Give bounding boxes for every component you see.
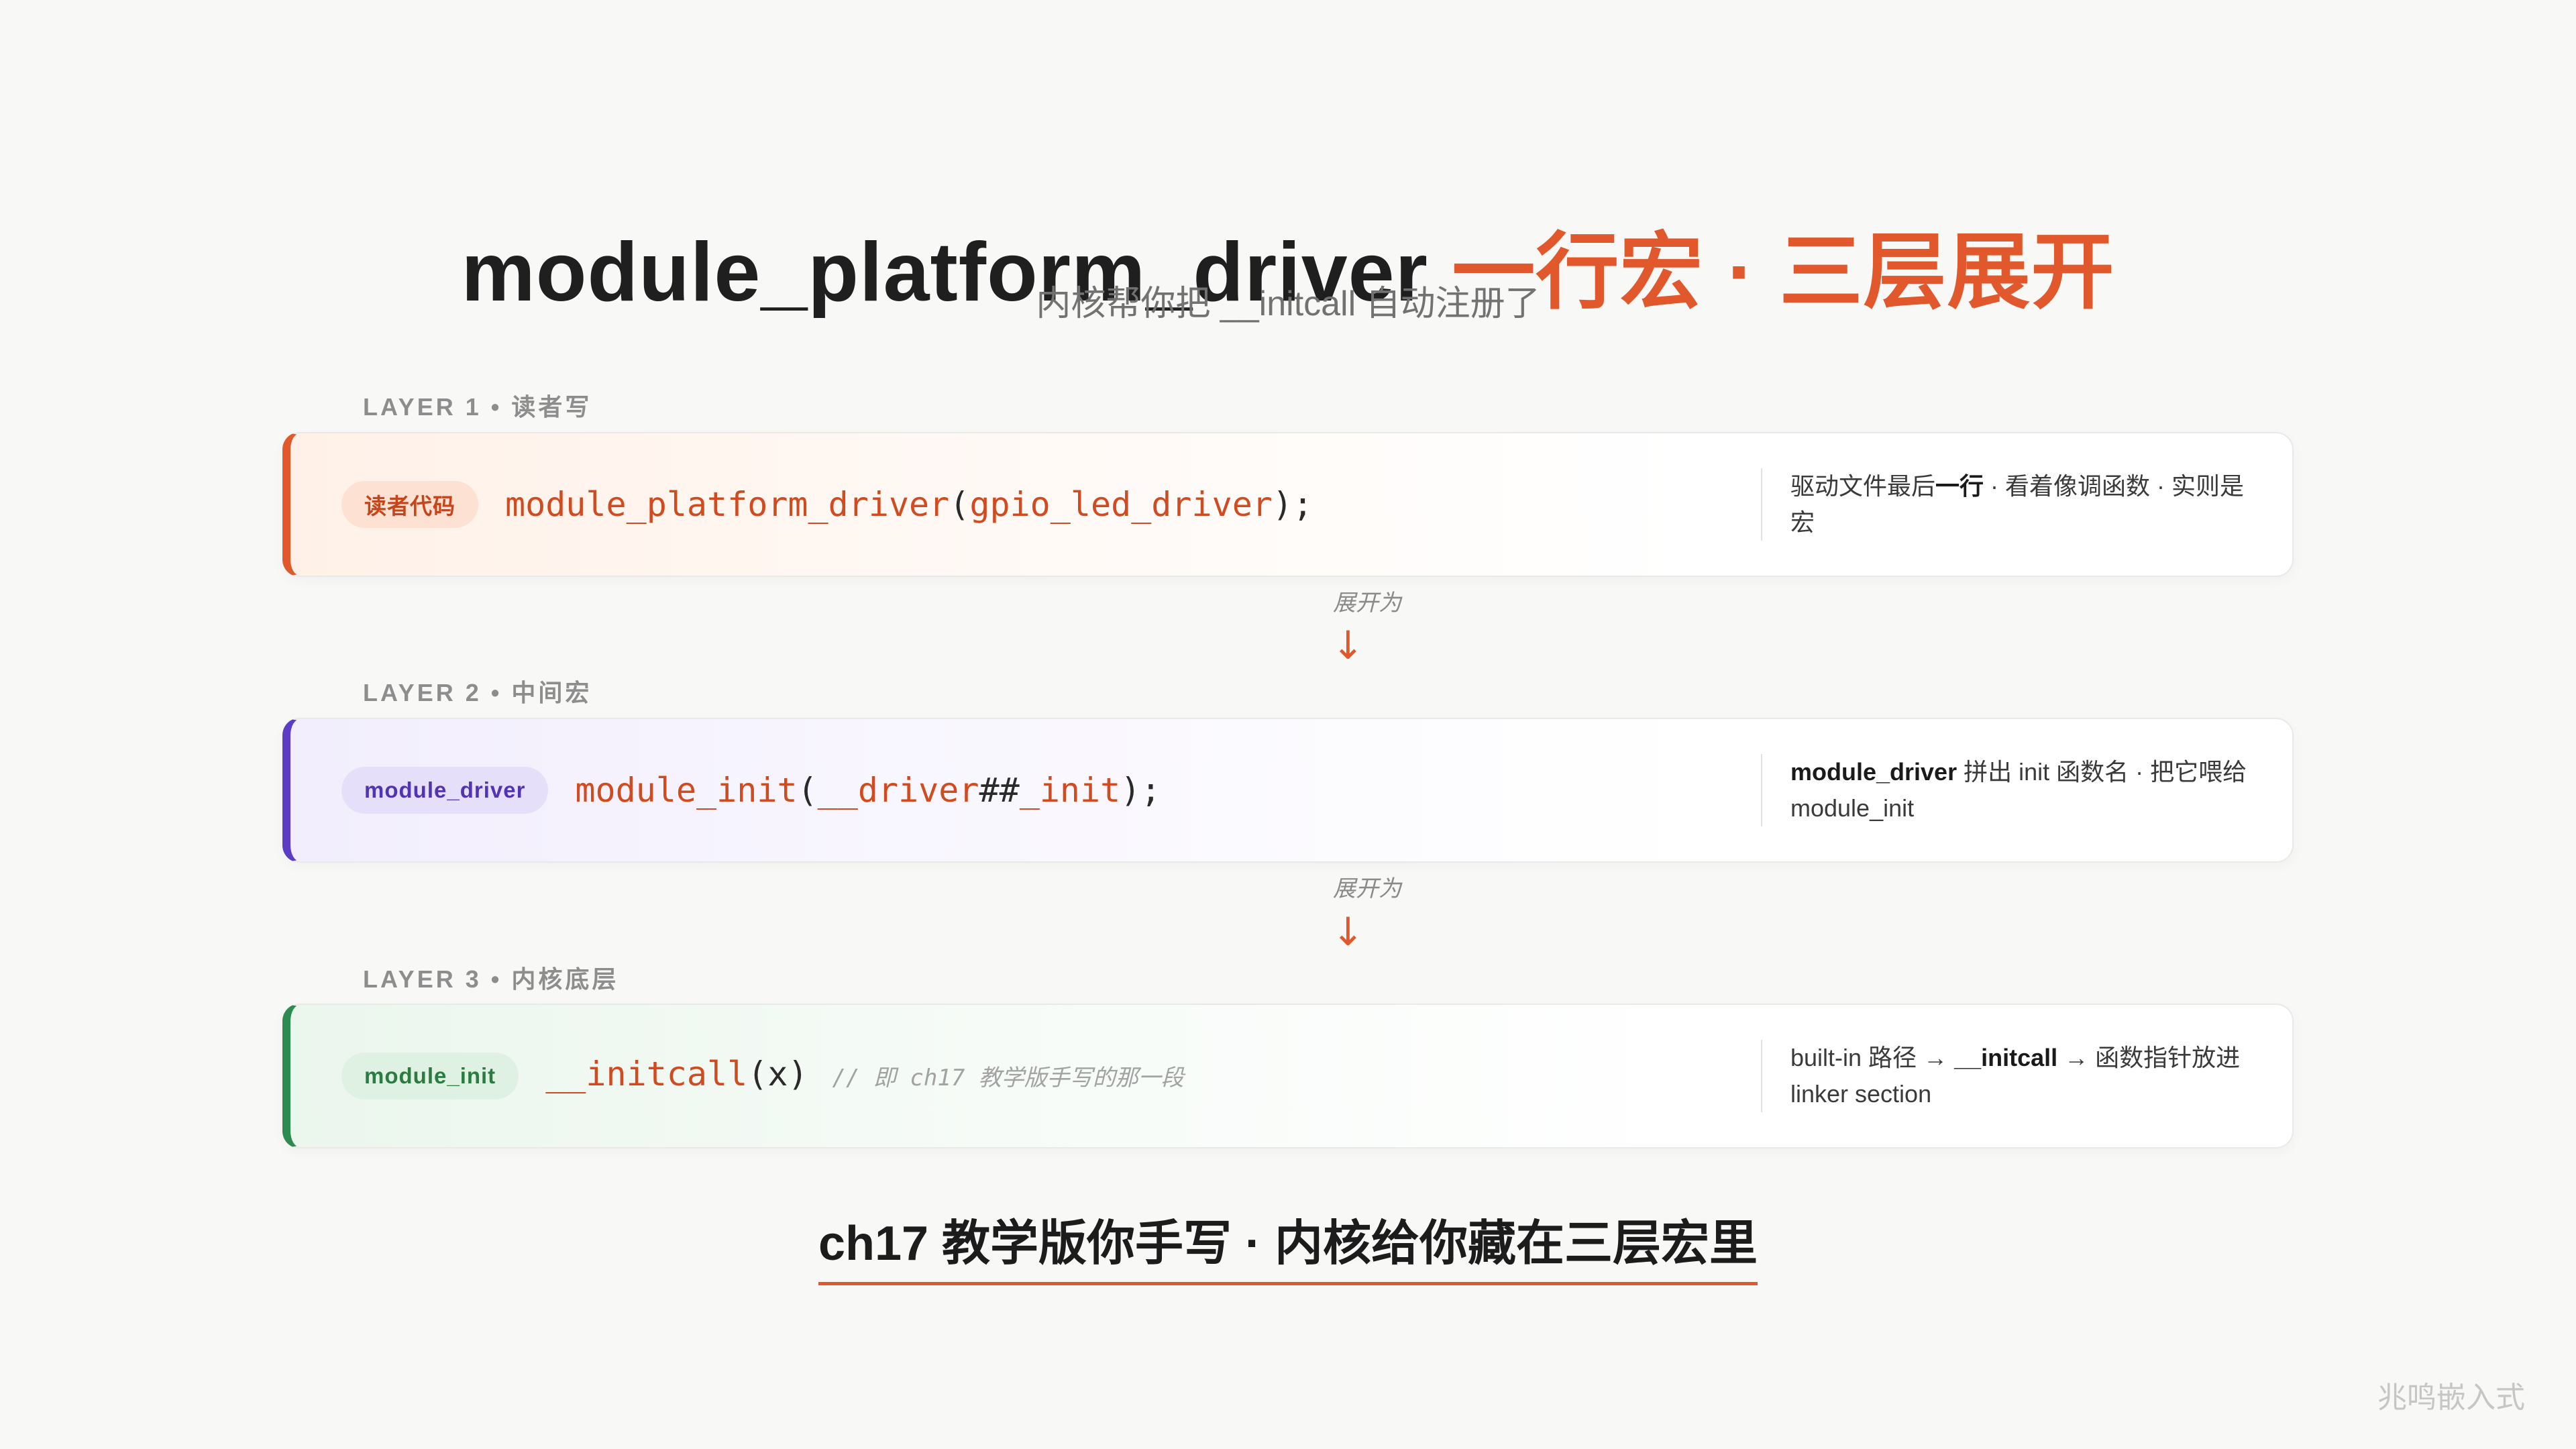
- arrow-down-icon: ↓: [1332, 909, 1364, 955]
- code-token: module_init: [575, 771, 798, 810]
- layer-3-code: __initcall (x) // 即 ch17 教学版手写的那一段: [545, 1054, 1184, 1098]
- code-token: __driver: [817, 771, 979, 810]
- layer-3-main: module_init __initcall (x) // 即 ch17 教学版手写…: [341, 1053, 1761, 1099]
- note-emphasis: __initcall: [1954, 1044, 2058, 1071]
- layer-2-card: module_driver module_init(__driver ## _ini…: [282, 718, 2294, 863]
- layer-3-card: module_init __initcall (x)// 即 ch17 教学版手写…: [282, 1004, 2294, 1148]
- note-emphasis: module_driver: [1790, 758, 1957, 786]
- layer-1-main: 读者代码 module_platform_driver(gpio_led_dri…: [341, 481, 1761, 528]
- layer-2-note: module_driver 拼出 init 函数名 · 把它喂给 module_…: [1790, 754, 2260, 826]
- layer-2-code: module_init(__driver ## _init);: [575, 770, 1161, 810]
- layer-2-label: LAYER 2 • 中间宏: [363, 679, 592, 706]
- arrow-down-icon: ↓: [1332, 623, 1364, 668]
- tagline: ch17 教学版你手写 · 内核给你藏在三层宏里: [818, 1215, 1758, 1285]
- code-token: (x): [747, 1055, 808, 1093]
- layer-1-note: 驱动文件最后一行 · 看着像调函数 · 实则是宏: [1790, 468, 2260, 541]
- watermark: 兆鸣嵌入式: [2377, 1381, 2525, 1414]
- code-token: __initcall: [545, 1055, 748, 1093]
- code-token: (: [797, 771, 818, 810]
- code-comment: // 即 ch17 教学版手写的那一段: [832, 1065, 1184, 1091]
- layer-2-side: module_driver 拼出 init 函数名 · 把它喂给 module_…: [1761, 754, 2292, 826]
- page-subtitle: 内核帮你把 __initcall 自动注册了: [1036, 284, 1540, 323]
- code-token: gpio_led_driver: [969, 485, 1273, 524]
- layer-3-side: built-in 路径 → __initcall → 函数指针放进 linker…: [1761, 1040, 2292, 1112]
- expand-arrow-1-label: 展开为: [1333, 590, 1401, 616]
- layer-2-badge: module_driver: [341, 767, 549, 814]
- code-token: ##: [979, 771, 1020, 810]
- code-token: _init: [1019, 771, 1121, 810]
- layer-1-side: 驱动文件最后一行 · 看着像调函数 · 实则是宏: [1761, 468, 2292, 541]
- layer-1-card: 读者代码 module_platform_driver(gpio_led_dri…: [282, 432, 2294, 577]
- expand-arrow-2-label: 展开为: [1333, 876, 1401, 902]
- tagline-container: ch17 教学版你手写 · 内核给你藏在三层宏里: [0, 1215, 2576, 1285]
- note-text: 驱动文件最后: [1790, 472, 1936, 500]
- code-token: );: [1120, 771, 1161, 810]
- layer-1-badge: 读者代码: [341, 481, 478, 528]
- layer-3-badge: module_init: [341, 1053, 519, 1099]
- code-token: module_platform_driver: [505, 485, 950, 524]
- layer-3-label: LAYER 3 • 内核底层: [363, 965, 619, 993]
- layer-1-label: LAYER 1 • 读者写: [363, 393, 592, 421]
- layer-2-main: module_driver module_init(__driver ## _ini…: [341, 767, 1761, 814]
- note-emphasis: 一行: [1935, 472, 1984, 500]
- layer-1-code: module_platform_driver(gpio_led_driver);: [505, 484, 1313, 525]
- layer-3-note: built-in 路径 → __initcall → 函数指针放进 linker…: [1790, 1040, 2260, 1112]
- note-text: built-in 路径 →: [1790, 1044, 1955, 1071]
- code-token: );: [1272, 485, 1313, 524]
- code-token: (: [949, 485, 970, 524]
